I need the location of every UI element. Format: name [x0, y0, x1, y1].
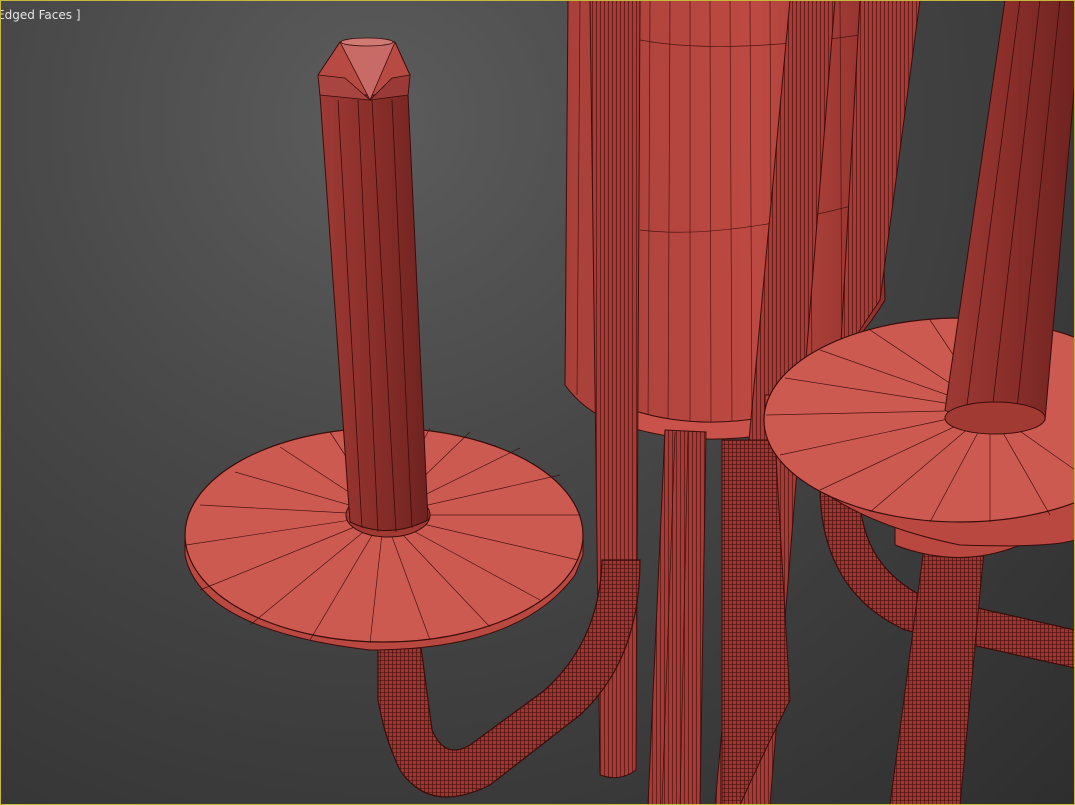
3d-viewport[interactable]: Edged Faces ] [0, 0, 1075, 805]
viewport-shading-label[interactable]: Edged Faces ] [0, 8, 81, 22]
wireframe-scene[interactable] [0, 0, 1075, 805]
